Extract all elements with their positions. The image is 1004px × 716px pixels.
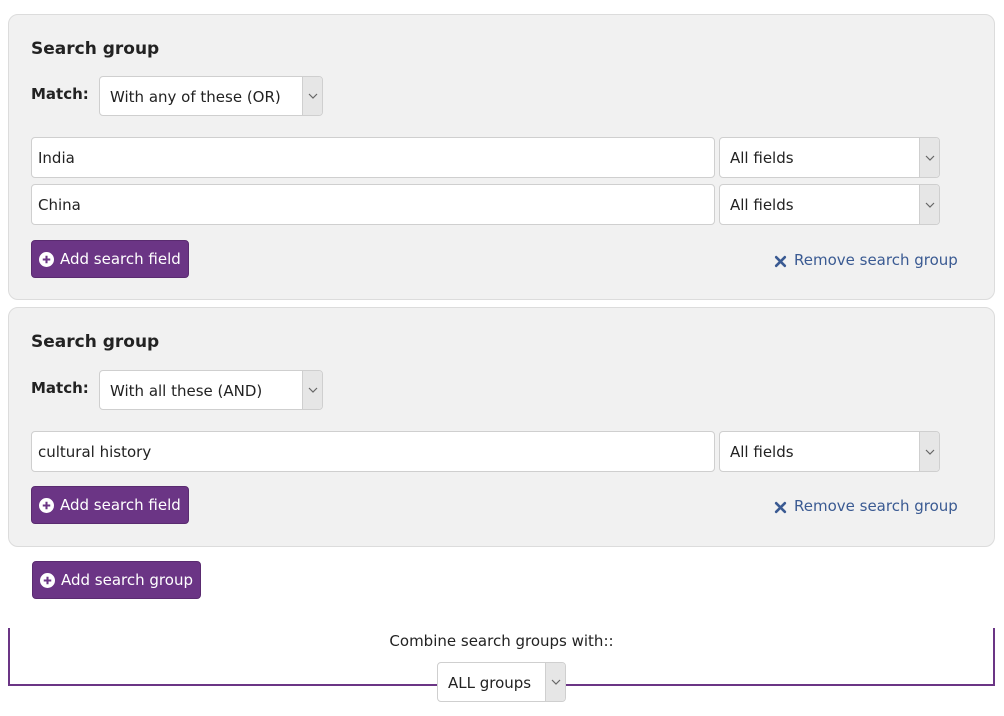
add-search-field-label: Add search field bbox=[60, 250, 181, 268]
combine-groups-value: ALL groups bbox=[448, 674, 532, 692]
field-scope-value: All fields bbox=[730, 196, 794, 214]
group-title: Search group bbox=[31, 332, 160, 352]
search-input[interactable] bbox=[31, 431, 715, 472]
chevron-down-icon bbox=[919, 432, 939, 471]
field-scope-value: All fields bbox=[730, 149, 794, 167]
field-scope-select[interactable]: All fields bbox=[719, 137, 940, 178]
match-select-value: With any of these (OR) bbox=[110, 88, 281, 106]
field-scope-select[interactable]: All fields bbox=[719, 431, 940, 472]
search-group-1: Search group Match: With any of these (O… bbox=[8, 14, 995, 300]
remove-search-group-link[interactable]: Remove search group bbox=[774, 251, 958, 269]
chevron-down-icon bbox=[302, 77, 322, 115]
add-search-group-label: Add search group bbox=[61, 571, 193, 589]
chevron-down-icon bbox=[919, 138, 939, 177]
plus-circle-icon bbox=[39, 497, 54, 513]
chevron-down-icon bbox=[302, 371, 322, 409]
close-icon bbox=[774, 254, 787, 267]
search-input[interactable] bbox=[31, 184, 715, 225]
match-select[interactable]: With all these (AND) bbox=[99, 370, 323, 410]
add-search-field-label: Add search field bbox=[60, 496, 181, 514]
add-search-field-button[interactable]: Add search field bbox=[31, 240, 189, 278]
match-select[interactable]: With any of these (OR) bbox=[99, 76, 323, 116]
field-scope-value: All fields bbox=[730, 443, 794, 461]
chevron-down-icon bbox=[545, 663, 565, 701]
remove-search-group-label: Remove search group bbox=[794, 251, 958, 269]
field-scope-select[interactable]: All fields bbox=[719, 184, 940, 225]
search-group-2: Search group Match: With all these (AND)… bbox=[8, 307, 995, 547]
plus-circle-icon bbox=[40, 572, 55, 588]
match-label: Match: bbox=[31, 379, 89, 397]
remove-search-group-label: Remove search group bbox=[794, 497, 958, 515]
remove-search-group-link[interactable]: Remove search group bbox=[774, 497, 958, 515]
add-search-group-button[interactable]: Add search group bbox=[32, 561, 201, 599]
match-select-value: With all these (AND) bbox=[110, 382, 263, 400]
match-label: Match: bbox=[31, 85, 89, 103]
combine-label: Combine search groups with:: bbox=[389, 632, 614, 650]
add-search-field-button[interactable]: Add search field bbox=[31, 486, 189, 524]
combine-groups-select[interactable]: ALL groups bbox=[437, 662, 566, 702]
plus-circle-icon bbox=[39, 251, 54, 267]
search-input[interactable] bbox=[31, 137, 715, 178]
close-icon bbox=[774, 500, 787, 513]
chevron-down-icon bbox=[919, 185, 939, 224]
group-title: Search group bbox=[31, 39, 160, 59]
